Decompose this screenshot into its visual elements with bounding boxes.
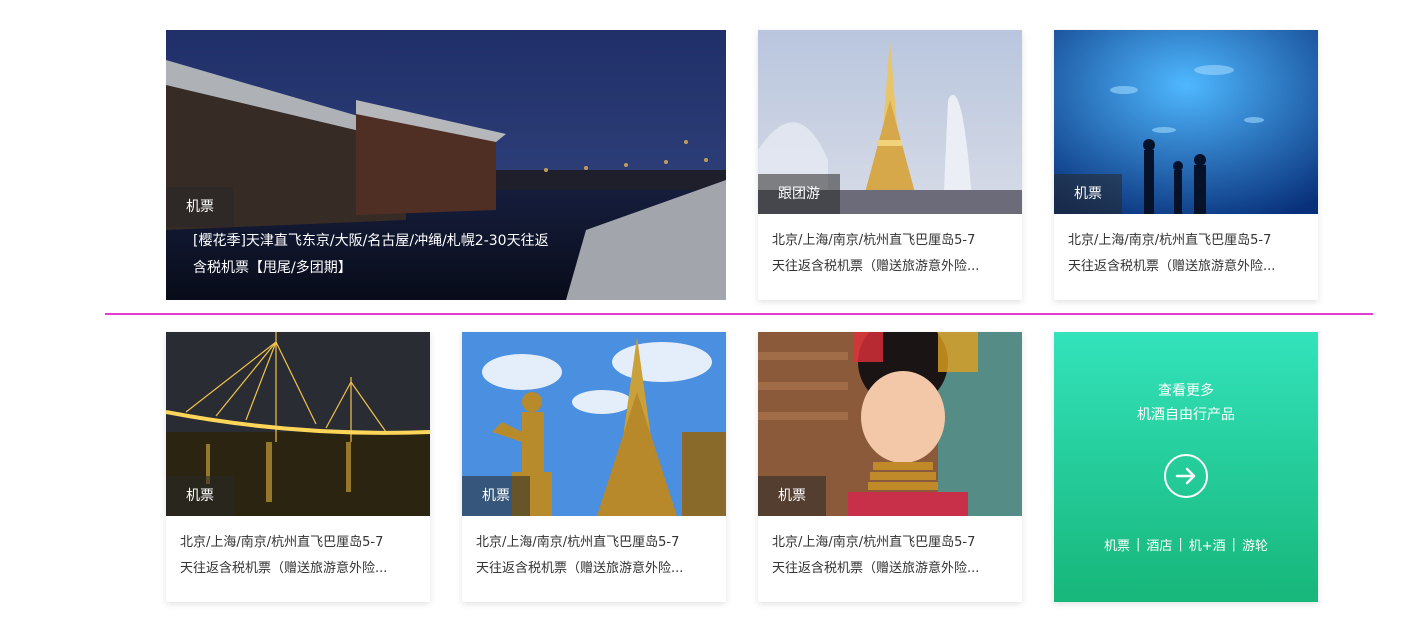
product-description: 北京/上海/南京/杭州直飞巴厘岛5-7 天往返含税机票（赠送旅游意外险...: [1068, 228, 1308, 280]
divider-line: [105, 313, 1373, 315]
product-description-line2: 天往返含税机票（赠送旅游意外险...: [180, 561, 388, 576]
feature-title-line1: [樱花季]天津直飞东京/大阪/名古屋/冲绳/札幌2-30天往返: [193, 233, 549, 249]
link-separator: |: [1231, 537, 1237, 552]
link-separator: |: [1135, 537, 1141, 552]
product-tag: 跟团游: [758, 174, 840, 214]
product-card[interactable]: 机票 北京/上海/南京/杭州直飞巴厘岛5-7 天往返含税机票（赠送旅游意外险..…: [1054, 30, 1318, 300]
product-card[interactable]: 跟团游 北京/上海/南京/杭州直飞巴厘岛5-7 天往返含税机票（赠送旅游意外险.…: [758, 30, 1022, 300]
more-title[interactable]: 查看更多: [1054, 380, 1318, 402]
product-description: 北京/上海/南京/杭州直飞巴厘岛5-7 天往返含税机票（赠送旅游意外险...: [772, 228, 1012, 280]
product-image: 机票: [166, 332, 430, 516]
link-cruise[interactable]: 游轮: [1236, 535, 1274, 554]
product-image: 机票: [1054, 30, 1318, 214]
product-description-line1: 北京/上海/南京/杭州直飞巴厘岛5-7: [476, 535, 680, 550]
link-flights[interactable]: 机票: [1098, 535, 1136, 554]
link-hotels[interactable]: 酒店: [1140, 535, 1178, 554]
product-description-line2: 天往返含税机票（赠送旅游意外险...: [772, 259, 980, 274]
arrow-right-circle-icon[interactable]: [1164, 454, 1208, 498]
more-links: 机票 | 酒店 | 机+酒 | 游轮: [1054, 535, 1318, 554]
product-description-line2: 天往返含税机票（赠送旅游意外险...: [476, 561, 684, 576]
feature-title-line2: 含税机票【甩尾/多团期】: [193, 260, 352, 276]
product-description-line1: 北京/上海/南京/杭州直飞巴厘岛5-7: [180, 535, 384, 550]
more-subtitle[interactable]: 机酒自由行产品: [1054, 404, 1318, 426]
product-tag: 机票: [166, 476, 234, 516]
feature-card[interactable]: 机票 [樱花季]天津直飞东京/大阪/名古屋/冲绳/札幌2-30天往返 含税机票【…: [166, 30, 726, 300]
product-description-line1: 北京/上海/南京/杭州直飞巴厘岛5-7: [1068, 233, 1272, 248]
more-products-panel[interactable]: 查看更多 机酒自由行产品 机票 | 酒店 | 机+酒 | 游轮: [1054, 332, 1318, 602]
feature-title[interactable]: [樱花季]天津直飞东京/大阪/名古屋/冲绳/札幌2-30天往返 含税机票【甩尾/…: [193, 228, 623, 282]
link-separator: |: [1178, 537, 1183, 552]
product-card[interactable]: 机票 北京/上海/南京/杭州直飞巴厘岛5-7 天往返含税机票（赠送旅游意外险..…: [462, 332, 726, 602]
product-tag: 机票: [758, 476, 826, 516]
product-description: 北京/上海/南京/杭州直飞巴厘岛5-7 天往返含税机票（赠送旅游意外险...: [772, 530, 1012, 582]
product-description: 北京/上海/南京/杭州直飞巴厘岛5-7 天往返含税机票（赠送旅游意外险...: [476, 530, 716, 582]
product-description-line1: 北京/上海/南京/杭州直飞巴厘岛5-7: [772, 535, 976, 550]
product-card[interactable]: 机票 北京/上海/南京/杭州直飞巴厘岛5-7 天往返含税机票（赠送旅游意外险..…: [758, 332, 1022, 602]
product-tag: 机票: [462, 476, 530, 516]
product-image: 跟团游: [758, 30, 1022, 214]
product-card[interactable]: 机票 北京/上海/南京/杭州直飞巴厘岛5-7 天往返含税机票（赠送旅游意外险..…: [166, 332, 430, 602]
link-flight-hotel[interactable]: 机+酒: [1183, 535, 1232, 554]
product-description-line2: 天往返含税机票（赠送旅游意外险...: [1068, 259, 1276, 274]
product-description-line2: 天往返含税机票（赠送旅游意外险...: [772, 561, 980, 576]
feature-tag: 机票: [166, 187, 234, 227]
product-image: 机票: [758, 332, 1022, 516]
product-description: 北京/上海/南京/杭州直飞巴厘岛5-7 天往返含税机票（赠送旅游意外险...: [180, 530, 420, 582]
product-tag: 机票: [1054, 174, 1122, 214]
product-image: 机票: [462, 332, 726, 516]
product-description-line1: 北京/上海/南京/杭州直飞巴厘岛5-7: [772, 233, 976, 248]
